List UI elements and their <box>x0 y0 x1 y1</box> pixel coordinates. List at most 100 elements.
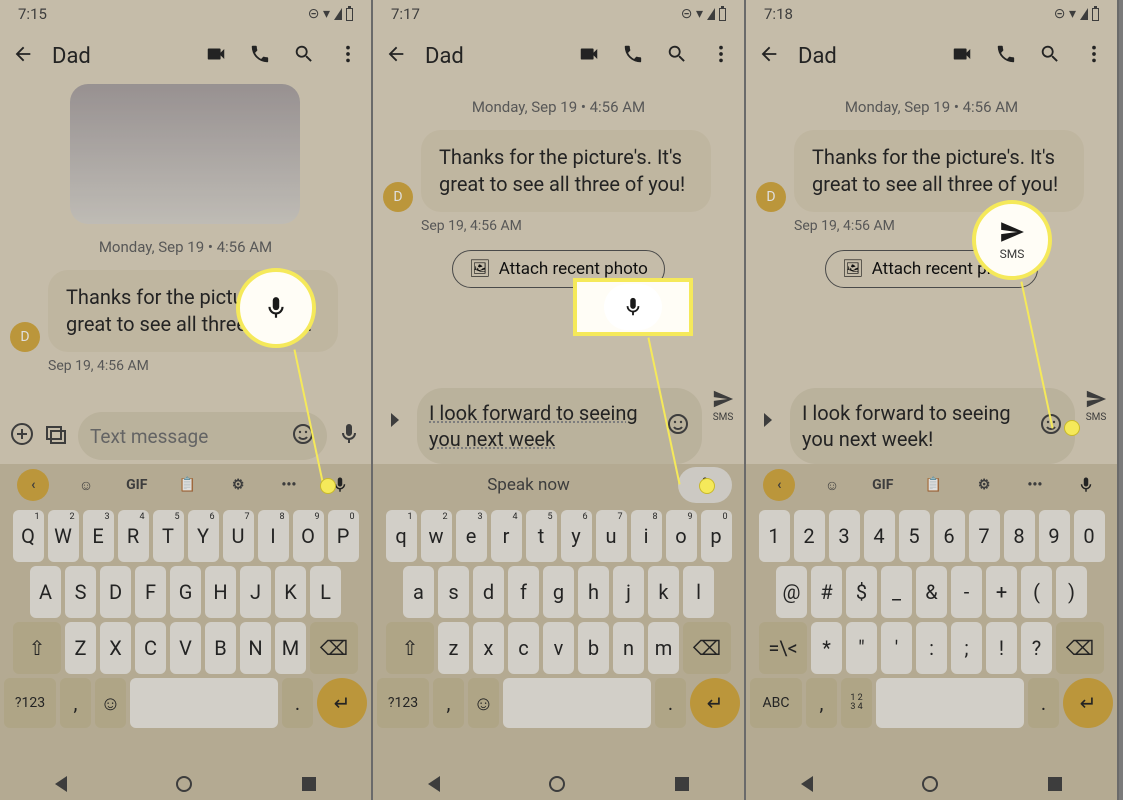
key[interactable]: k <box>648 566 679 618</box>
send-button[interactable]: SMS <box>712 388 734 423</box>
search-icon[interactable] <box>1039 43 1061 69</box>
key[interactable]: s <box>438 566 469 618</box>
message-input[interactable]: I look forward to seeing you next week <box>417 388 702 464</box>
contact-name[interactable]: Dad <box>425 44 560 69</box>
key[interactable]: b <box>578 622 609 674</box>
expand-icon[interactable] <box>756 408 780 436</box>
mode-switch-key[interactable]: ?123 <box>4 678 56 728</box>
nav-back-icon[interactable] <box>55 776 67 792</box>
kb-gif-icon[interactable]: GIF <box>123 471 151 499</box>
kb-clipboard-icon[interactable]: 📋 <box>919 471 947 499</box>
overflow-icon[interactable] <box>337 43 359 69</box>
key[interactable]: F <box>135 566 166 618</box>
key[interactable]: h <box>578 566 609 618</box>
voice-input-icon[interactable] <box>337 422 361 450</box>
kb-clipboard-icon[interactable]: 📋 <box>173 471 201 499</box>
nav-recent-icon[interactable] <box>675 777 689 791</box>
key[interactable]: D <box>100 566 131 618</box>
kb-sticker-icon[interactable]: ☺ <box>818 471 846 499</box>
symbols-shift-key[interactable]: =\< <box>759 622 807 674</box>
kb-more-icon[interactable]: ••• <box>1021 471 1049 499</box>
key[interactable]: R4 <box>118 510 149 562</box>
kb-gif-icon[interactable]: GIF <box>869 471 897 499</box>
chat-area[interactable]: Monday, Sep 19 • 4:56 AM D Thanks for th… <box>746 84 1117 390</box>
key[interactable]: 7 <box>969 510 1000 562</box>
avatar[interactable]: D <box>383 182 413 212</box>
key[interactable]: U7 <box>223 510 254 562</box>
kb-collapse-icon[interactable]: ‹ <box>763 469 795 501</box>
key[interactable]: S <box>65 566 96 618</box>
enter-key[interactable]: ↵ <box>1063 678 1113 728</box>
space-key[interactable] <box>130 678 278 728</box>
nav-home-icon[interactable] <box>176 776 192 792</box>
key[interactable]: m <box>648 622 679 674</box>
key[interactable]: Y6 <box>188 510 219 562</box>
overflow-icon[interactable] <box>710 43 732 69</box>
key[interactable]: E3 <box>83 510 114 562</box>
key[interactable]: 0 <box>1074 510 1105 562</box>
nav-home-icon[interactable] <box>922 776 938 792</box>
contact-name[interactable]: Dad <box>798 44 933 69</box>
mode-switch-key[interactable]: ABC <box>750 678 802 728</box>
numpad-key[interactable]: 1 2 3 4 <box>841 678 872 728</box>
key[interactable]: , <box>60 678 91 728</box>
key[interactable]: a <box>403 566 434 618</box>
key[interactable]: + <box>986 566 1017 618</box>
enter-key[interactable]: ↵ <box>317 678 367 728</box>
key[interactable]: _ <box>881 566 912 618</box>
key[interactable]: 3 <box>829 510 860 562</box>
key[interactable]: y6 <box>561 510 592 562</box>
key[interactable]: 9 <box>1039 510 1070 562</box>
key[interactable]: ( <box>1021 566 1052 618</box>
key[interactable]: X <box>100 622 131 674</box>
key[interactable]: i8 <box>631 510 662 562</box>
emoji-key[interactable]: ☺ <box>95 678 126 728</box>
expand-icon[interactable] <box>383 408 407 436</box>
message-input[interactable]: Text message <box>78 412 327 460</box>
kb-sticker-icon[interactable]: ☺ <box>72 471 100 499</box>
key[interactable]: . <box>655 678 686 728</box>
message-bubble[interactable]: Thanks for the picture's. It's great to … <box>421 130 711 212</box>
key[interactable]: j <box>613 566 644 618</box>
key[interactable]: w2 <box>421 510 452 562</box>
backspace-key[interactable]: ⌫ <box>683 622 731 674</box>
key[interactable]: T5 <box>153 510 184 562</box>
key[interactable]: $ <box>846 566 877 618</box>
key[interactable]: o9 <box>666 510 697 562</box>
key[interactable]: c <box>508 622 539 674</box>
space-key[interactable] <box>876 678 1024 728</box>
chat-area[interactable]: Monday, Sep 19 • 4:56 AM D Thanks for th… <box>0 84 371 460</box>
search-icon[interactable] <box>293 43 315 69</box>
avatar[interactable]: D <box>10 322 40 352</box>
mode-switch-key[interactable]: ?123 <box>377 678 429 728</box>
phone-icon[interactable] <box>622 43 644 69</box>
key[interactable]: - <box>951 566 982 618</box>
key[interactable]: M <box>275 622 306 674</box>
nav-recent-icon[interactable] <box>302 777 316 791</box>
kb-collapse-icon[interactable]: ‹ <box>17 469 49 501</box>
key[interactable]: B <box>205 622 236 674</box>
key[interactable]: : <box>916 622 947 674</box>
overflow-icon[interactable] <box>1083 43 1105 69</box>
key[interactable]: # <box>811 566 842 618</box>
shift-key[interactable]: ⇧ <box>13 622 61 674</box>
back-icon[interactable] <box>385 43 407 69</box>
key[interactable]: 6 <box>934 510 965 562</box>
chat-area[interactable]: Monday, Sep 19 • 4:56 AM D Thanks for th… <box>373 84 744 390</box>
nav-home-icon[interactable] <box>549 776 565 792</box>
nav-back-icon[interactable] <box>428 776 440 792</box>
contact-name[interactable]: Dad <box>52 44 187 69</box>
kb-more-icon[interactable]: ••• <box>275 471 303 499</box>
key[interactable]: d <box>473 566 504 618</box>
key[interactable]: u7 <box>596 510 627 562</box>
kb-settings-icon[interactable]: ⚙ <box>224 471 252 499</box>
back-icon[interactable] <box>758 43 780 69</box>
key[interactable]: & <box>916 566 947 618</box>
key[interactable]: 4 <box>864 510 895 562</box>
key[interactable]: Q1 <box>13 510 44 562</box>
kb-settings-icon[interactable]: ⚙ <box>970 471 998 499</box>
key[interactable]: q1 <box>386 510 417 562</box>
key[interactable]: @ <box>776 566 807 618</box>
key[interactable]: v <box>543 622 574 674</box>
message-bubble[interactable]: Thanks for the picture's. It's great to … <box>794 130 1084 212</box>
